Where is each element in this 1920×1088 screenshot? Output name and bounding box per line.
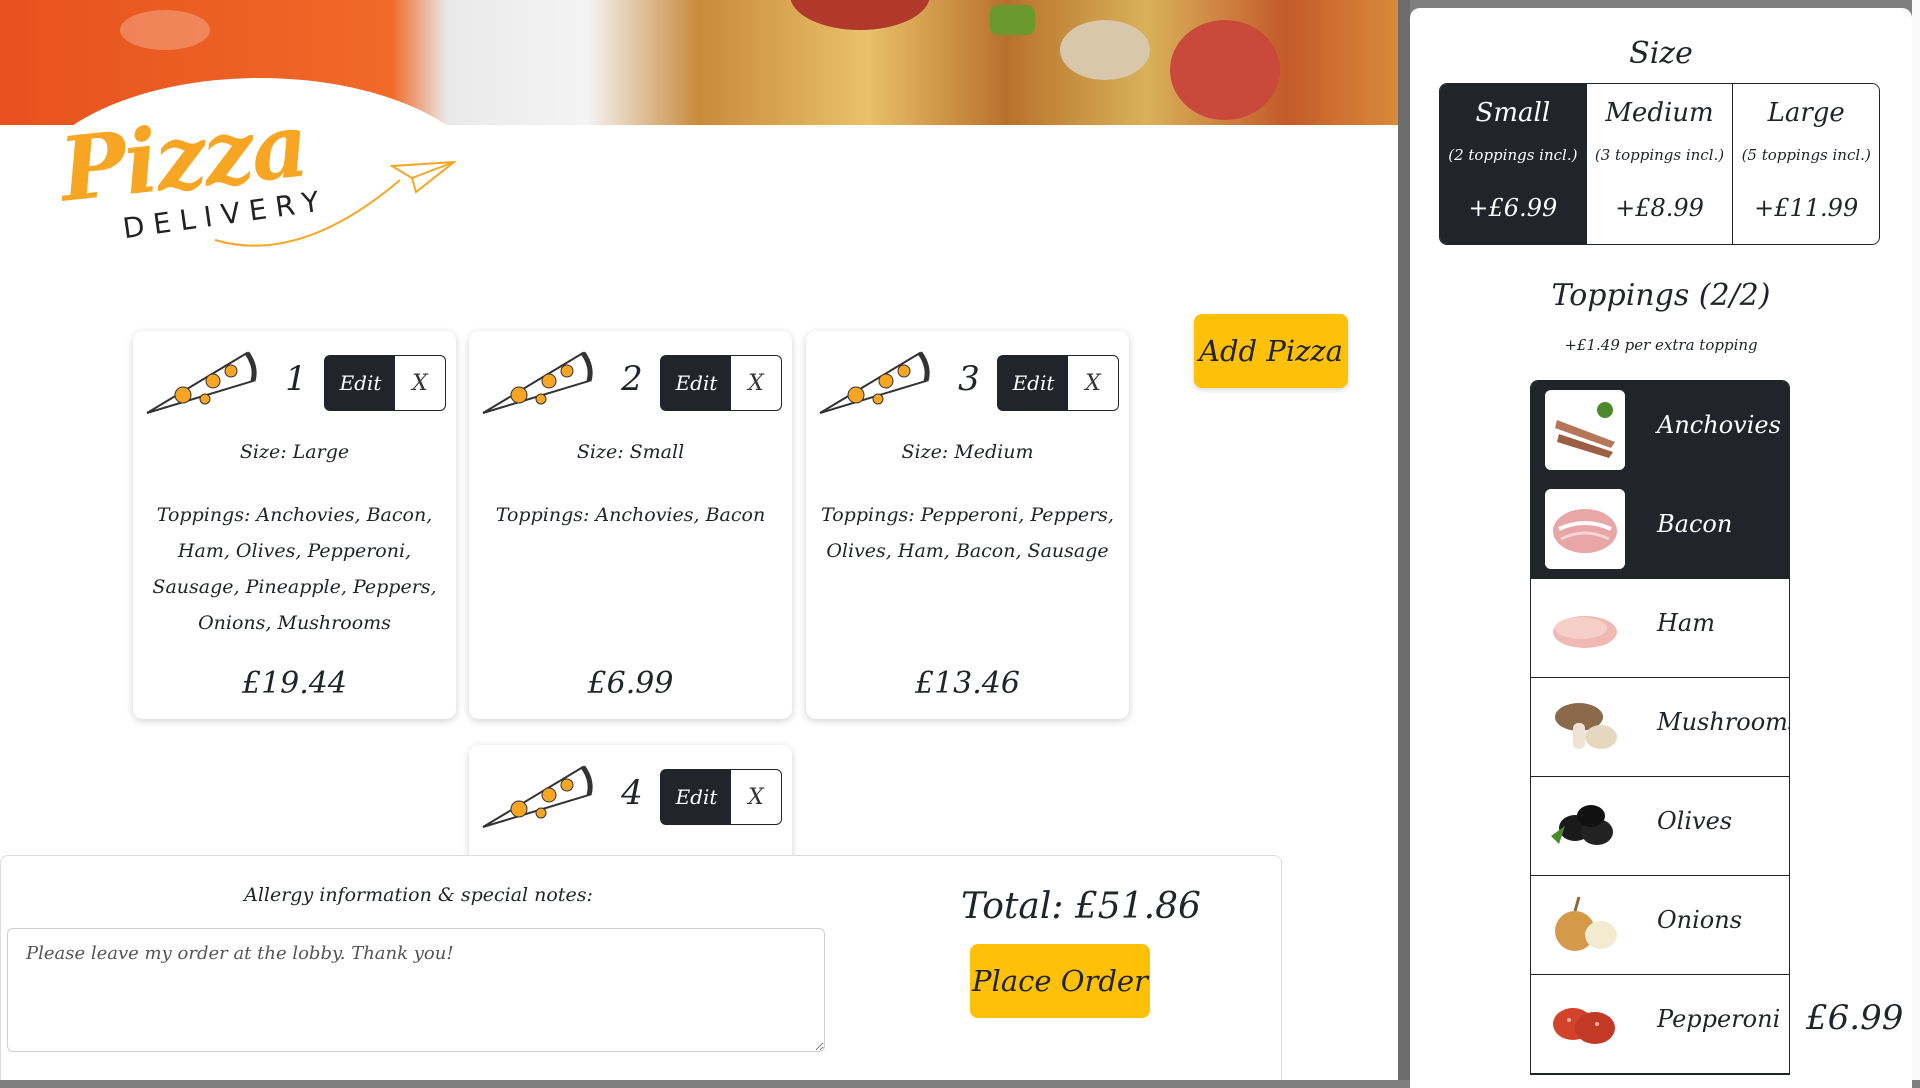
topping-item-olives[interactable]: Olives <box>1531 777 1789 876</box>
size-selector: Small (2 toppings incl.) +£6.99 Medium (… <box>1439 83 1880 245</box>
order-total: Total: £51.86 <box>961 886 1201 927</box>
olive-icon <box>1545 786 1625 866</box>
size-included: (3 toppings incl.) <box>1594 146 1725 164</box>
pizza-number: 1 <box>285 359 307 399</box>
topping-label: Bacon <box>1657 510 1733 538</box>
toppings-list: Anchovies Bacon Ham Mushrooms Olives Oni… <box>1530 380 1790 1075</box>
topping-item-onions[interactable]: Onions <box>1531 876 1789 975</box>
topping-label: Ham <box>1657 609 1715 637</box>
pizza-number: 3 <box>958 359 980 399</box>
topping-item-bacon[interactable]: Bacon <box>1531 480 1789 579</box>
panel-backdrop <box>1398 0 1410 1080</box>
logo-swoosh-icon <box>214 179 401 247</box>
pizza-size: Size: Small <box>576 441 685 463</box>
edit-pizza-button[interactable]: Edit <box>660 355 733 411</box>
edit-pizza-button[interactable]: Edit <box>324 355 397 411</box>
pizza-slice-icon <box>819 351 930 414</box>
pizza-price: £6.99 <box>587 666 674 701</box>
pizza-size: Size: Large <box>239 441 350 463</box>
topping-label: Mushrooms <box>1657 708 1790 736</box>
size-included: (2 toppings incl.) <box>1448 146 1578 164</box>
topping-item-ham[interactable]: Ham <box>1531 579 1789 678</box>
topping-label: Onions <box>1657 906 1743 934</box>
remove-pizza-button[interactable]: X <box>1068 355 1119 411</box>
size-option-medium[interactable]: Medium (3 toppings incl.) +£8.99 <box>1587 84 1734 244</box>
size-price: +£8.99 <box>1615 194 1704 222</box>
pizza-size: Size: Medium <box>901 441 1034 463</box>
size-option-large[interactable]: Large (5 toppings incl.) +£11.99 <box>1733 84 1879 244</box>
place-order-button[interactable]: Place Order <box>970 944 1150 1018</box>
main-area: Pizza DELIVERY 1 Edit X Size: Large Topp… <box>0 0 1398 1080</box>
size-price: +£11.99 <box>1754 194 1859 222</box>
size-included: (5 toppings incl.) <box>1741 146 1871 164</box>
edit-pizza-button[interactable]: Edit <box>997 355 1070 411</box>
topping-item-mushrooms[interactable]: Mushrooms <box>1531 678 1789 777</box>
edit-pizza-button[interactable]: Edit <box>660 769 733 825</box>
pizza-card: 1 Edit X Size: Large Toppings: Anchovies… <box>133 331 456 719</box>
pizza-slice-icon <box>482 351 593 414</box>
size-name: Large <box>1767 98 1845 128</box>
topping-item-anchovies[interactable]: Anchovies <box>1531 381 1789 480</box>
bacon-icon <box>1545 489 1625 569</box>
size-name: Medium <box>1605 98 1714 128</box>
notes-label: Allergy information & special notes: <box>244 884 593 906</box>
ham-icon <box>1545 588 1625 668</box>
toppings-heading: Toppings (2/2) <box>1551 278 1771 313</box>
mushroom-icon <box>1545 687 1625 767</box>
size-heading: Size <box>1629 36 1693 71</box>
anchovies-icon <box>1545 390 1625 470</box>
pizza-toppings: Toppings: Anchovies, Bacon, Ham, Olives,… <box>152 504 437 634</box>
order-summary-panel: Allergy information & special notes: Ple… <box>0 855 1282 1080</box>
add-pizza-button[interactable]: Add Pizza <box>1194 314 1348 388</box>
pizza-card: 2 Edit X Size: Small Toppings: Anchovies… <box>469 331 792 719</box>
pizza-toppings: Toppings: Anchovies, Bacon <box>495 504 766 526</box>
size-name: Small <box>1475 98 1551 128</box>
topping-item-pepperoni[interactable]: Pepperoni <box>1531 975 1789 1074</box>
remove-pizza-button[interactable]: X <box>395 355 446 411</box>
panel-price: £6.99 <box>1806 998 1904 1038</box>
pizza-slice-icon <box>482 765 593 828</box>
notes-textarea[interactable]: Please leave my order at the lobby. Than… <box>7 928 825 1052</box>
size-option-small[interactable]: Small (2 toppings incl.) +£6.99 <box>1440 84 1587 244</box>
size-price: +£6.99 <box>1468 194 1558 222</box>
onion-icon <box>1545 885 1625 965</box>
pizza-builder-panel: Size Small (2 toppings incl.) +£6.99 Med… <box>1410 8 1912 1088</box>
pizza-number: 2 <box>621 359 643 399</box>
topping-label: Olives <box>1657 807 1733 835</box>
toppings-extra-price-note: +£1.49 per extra topping <box>1564 336 1758 354</box>
pizza-price: £13.46 <box>915 666 1020 701</box>
remove-pizza-button[interactable]: X <box>731 355 782 411</box>
pizza-price: £19.44 <box>242 666 347 701</box>
paper-plane-icon <box>390 160 456 194</box>
pizza-slice-icon <box>146 351 257 414</box>
topping-label: Pepperoni <box>1657 1005 1781 1033</box>
remove-pizza-button[interactable]: X <box>731 769 782 825</box>
pizza-card: 3 Edit X Size: Medium Toppings: Pepperon… <box>806 331 1129 719</box>
pizza-number: 4 <box>621 773 643 813</box>
pepperoni-icon <box>1545 984 1625 1064</box>
page-edge <box>1912 0 1920 1080</box>
topping-label: Anchovies <box>1657 411 1781 439</box>
pizza-toppings: Toppings: Pepperoni, Peppers, Olives, Ha… <box>821 504 1114 562</box>
